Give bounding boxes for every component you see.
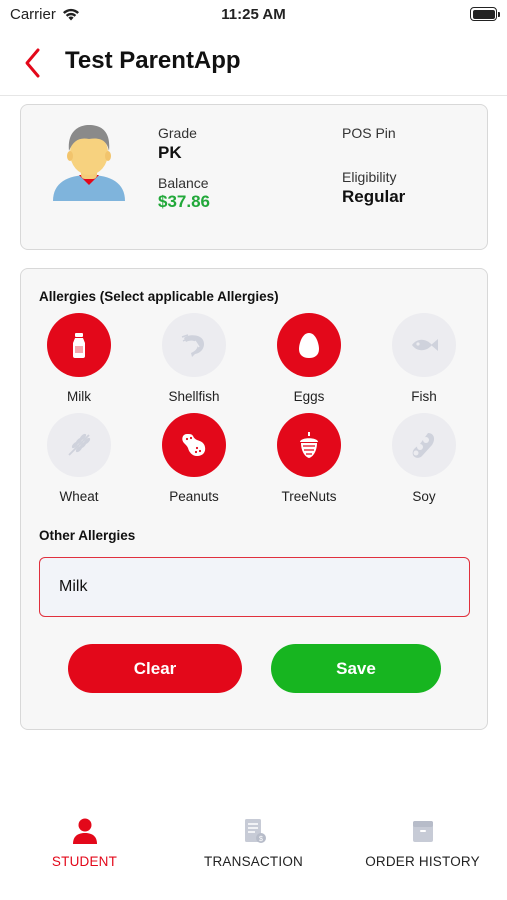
milk-bottle-icon [73, 333, 85, 358]
allergy-soy[interactable]: Soy [374, 413, 474, 505]
allergy-label: Wheat [59, 489, 99, 504]
allergy-peanuts[interactable]: Peanuts [144, 413, 244, 505]
allergy-toggle [162, 413, 226, 477]
status-time: 11:25 AM [221, 6, 286, 23]
page-title: Test ParentApp [65, 47, 241, 74]
peanut-icon [182, 434, 206, 456]
allergy-label: Fish [411, 389, 437, 404]
allergy-treenuts[interactable]: TreeNuts [259, 413, 359, 505]
receipt-icon: $ [244, 819, 266, 843]
allergy-wheat[interactable]: Wheat [29, 413, 129, 505]
allergy-label: Eggs [293, 389, 325, 404]
status-bar: Carrier 11:25 AM [0, 0, 507, 30]
allergy-toggle [47, 313, 111, 377]
other-allergies-input[interactable] [39, 557, 470, 617]
box-icon [412, 821, 433, 842]
clear-button[interactable]: Clear [68, 644, 242, 693]
grade-label: Grade [158, 125, 197, 141]
tab-order-history[interactable]: ORDER HISTORY [338, 810, 507, 880]
allergies-card: Allergies (Select applicable Allergies) … [20, 268, 488, 730]
save-button[interactable]: Save [271, 644, 441, 693]
allergy-fish[interactable]: Fish [374, 313, 474, 405]
student-info-card: Grade PK Balance $37.86 POS Pin Eligibil… [20, 104, 488, 250]
allergy-label: TreeNuts [281, 489, 337, 504]
student-avatar-icon [53, 125, 125, 201]
eligibility-value: Regular [342, 187, 406, 206]
allergy-toggle [277, 413, 341, 477]
pos-pin-label: POS Pin [342, 125, 396, 141]
allergy-label: Soy [412, 489, 436, 504]
balance-label: Balance [158, 175, 209, 191]
tab-label: STUDENT [51, 854, 118, 869]
allergy-label: Milk [67, 389, 91, 404]
svg-text:$: $ [259, 836, 263, 843]
tab-label: TRANSACTION [204, 854, 303, 869]
allergy-toggle [392, 313, 456, 377]
chevron-left-icon [25, 48, 40, 78]
back-button[interactable] [20, 46, 50, 80]
allergy-toggle [47, 413, 111, 477]
egg-icon [299, 333, 319, 358]
other-allergies-label: Other Allergies [39, 528, 136, 543]
allergy-toggle [392, 413, 456, 477]
tab-student[interactable]: STUDENT [0, 810, 169, 880]
soybean-icon [412, 433, 435, 458]
allergy-milk[interactable]: Milk [29, 313, 129, 405]
bottom-tab-bar: STUDENT $ TRANSACTION ORDER HISTORY [0, 810, 507, 900]
battery-icon [470, 7, 500, 21]
nav-header: Test ParentApp [0, 38, 507, 94]
balance-value: $37.86 [158, 192, 210, 211]
acorn-icon [300, 432, 318, 458]
person-icon [72, 818, 97, 844]
allergies-title: Allergies (Select applicable Allergies) [39, 289, 279, 304]
grade-value: PK [158, 143, 182, 162]
fish-icon [412, 339, 438, 351]
tab-label: ORDER HISTORY [365, 854, 480, 869]
wheat-icon [68, 433, 91, 456]
allergy-toggle [162, 313, 226, 377]
tab-transaction[interactable]: $ TRANSACTION [169, 810, 338, 880]
allergy-shellfish[interactable]: Shellfish [144, 313, 244, 405]
allergy-eggs[interactable]: Eggs [259, 313, 359, 405]
eligibility-label: Eligibility [342, 169, 397, 185]
allergy-label: Peanuts [169, 489, 219, 504]
allergy-label: Shellfish [168, 389, 220, 404]
header-divider [0, 95, 507, 96]
shrimp-icon [181, 334, 205, 357]
allergy-toggle [277, 313, 341, 377]
